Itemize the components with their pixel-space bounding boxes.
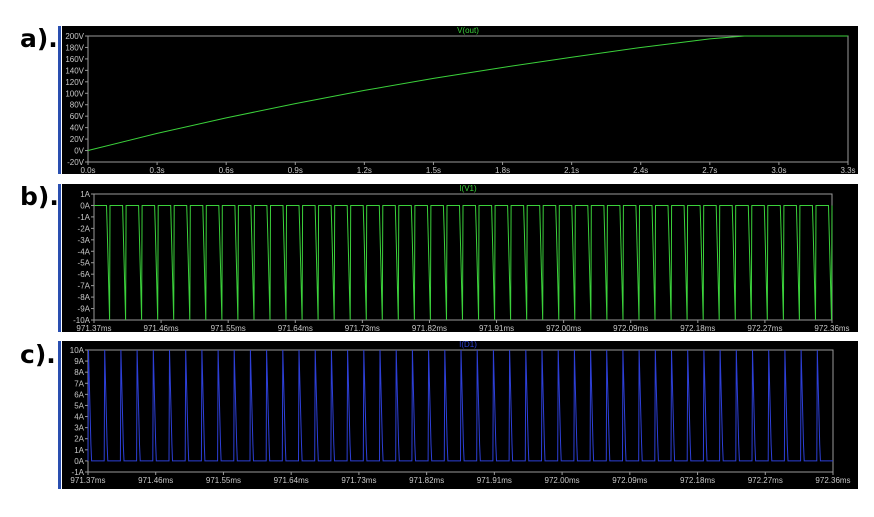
y-tick-label: -6A — [78, 270, 91, 279]
y-tick-label: -3A — [78, 236, 91, 245]
x-tick-label: 972.18ms — [680, 324, 715, 333]
x-tick-label: 971.91ms — [479, 324, 514, 333]
y-tick-label: -5A — [78, 259, 91, 268]
y-tick-label: 9A — [74, 357, 84, 366]
chart-background — [62, 341, 858, 489]
y-tick-label: -4A — [78, 247, 91, 256]
y-tick-label: -2A — [78, 224, 91, 233]
x-tick-label: 971.73ms — [345, 324, 380, 333]
x-tick-label: 2.1s — [564, 166, 579, 175]
x-tick-label: 2.7s — [702, 166, 717, 175]
x-tick-label: 971.46ms — [138, 476, 173, 485]
y-tick-label: 1A — [74, 446, 84, 455]
x-tick-label: 3.3s — [840, 166, 855, 175]
x-tick-label: 971.55ms — [206, 476, 241, 485]
y-tick-label: 120V — [65, 78, 84, 87]
x-tick-label: 972.27ms — [747, 324, 782, 333]
chart-panel-0: V(out)-20V0V20V40V60V80V100V120V140V160V… — [58, 26, 858, 175]
y-tick-label: -8A — [78, 293, 91, 302]
chart-title: I(V1) — [459, 184, 477, 193]
y-tick-label: 5A — [74, 401, 84, 410]
x-tick-label: 0.6s — [219, 166, 234, 175]
chart-background — [62, 26, 858, 174]
panel-side-bar — [58, 184, 61, 332]
x-tick-label: 1.8s — [495, 166, 510, 175]
x-tick-label: 971.91ms — [477, 476, 512, 485]
y-tick-label: 10A — [70, 346, 85, 355]
y-tick-label: 80V — [70, 101, 85, 110]
x-tick-label: 971.73ms — [341, 476, 376, 485]
x-tick-label: 972.18ms — [680, 476, 715, 485]
y-tick-label: 7A — [74, 379, 84, 388]
x-tick-label: 972.00ms — [546, 324, 581, 333]
x-tick-label: 0.3s — [150, 166, 165, 175]
x-tick-label: 972.36ms — [815, 476, 850, 485]
x-tick-label: 3.0s — [771, 166, 786, 175]
y-tick-label: 100V — [65, 89, 84, 98]
x-tick-label: 971.46ms — [144, 324, 179, 333]
y-tick-label: 200V — [65, 32, 84, 41]
x-tick-label: 971.64ms — [274, 476, 309, 485]
y-tick-label: 8A — [74, 368, 84, 377]
x-tick-label: 972.36ms — [814, 324, 849, 333]
x-tick-label: 0.0s — [80, 166, 95, 175]
x-tick-label: 971.82ms — [412, 324, 447, 333]
y-tick-label: 40V — [70, 124, 85, 133]
x-tick-label: 0.9s — [288, 166, 303, 175]
y-tick-label: 20V — [70, 135, 85, 144]
y-tick-label: 1A — [80, 190, 90, 199]
x-tick-label: 2.4s — [633, 166, 648, 175]
x-tick-label: 971.37ms — [70, 476, 105, 485]
x-tick-label: 971.37ms — [76, 324, 111, 333]
y-tick-label: -9A — [78, 305, 91, 314]
y-tick-label: 0A — [80, 201, 90, 210]
y-tick-label: 4A — [74, 413, 84, 422]
x-tick-label: 971.55ms — [211, 324, 246, 333]
y-tick-label: 160V — [65, 55, 84, 64]
chart-title: V(out) — [457, 26, 479, 35]
y-tick-label: -7A — [78, 282, 91, 291]
y-tick-label: 60V — [70, 112, 85, 121]
y-tick-label: -1A — [78, 213, 91, 222]
chart-panel-1: I(V1)-10A-9A-8A-7A-6A-5A-4A-3A-2A-1A0A1A… — [58, 184, 858, 333]
chart-panel-2: I(D1)-1A0A1A2A3A4A5A6A7A8A9A10A971.37ms 9… — [58, 340, 858, 489]
x-tick-label: 1.5s — [426, 166, 441, 175]
x-tick-label: 971.64ms — [278, 324, 313, 333]
waveform-charts: V(out)-20V0V20V40V60V80V100V120V140V160V… — [58, 26, 858, 489]
y-tick-label: 6A — [74, 390, 84, 399]
x-tick-label: 972.09ms — [613, 324, 648, 333]
y-tick-label: 140V — [65, 66, 84, 75]
y-tick-label: 0V — [74, 147, 84, 156]
x-tick-label: 971.82ms — [409, 476, 444, 485]
panel-side-bar — [58, 26, 61, 174]
y-tick-label: 2A — [74, 435, 84, 444]
x-tick-label: 1.2s — [357, 166, 372, 175]
y-tick-label: 0A — [74, 457, 84, 466]
panel-side-bar — [58, 341, 61, 489]
x-tick-label: 972.27ms — [748, 476, 783, 485]
chart-title: I(D1) — [459, 340, 477, 349]
y-tick-label: 180V — [65, 43, 84, 52]
x-tick-label: 972.00ms — [545, 476, 580, 485]
y-tick-label: 3A — [74, 424, 84, 433]
x-tick-label: 972.09ms — [612, 476, 647, 485]
